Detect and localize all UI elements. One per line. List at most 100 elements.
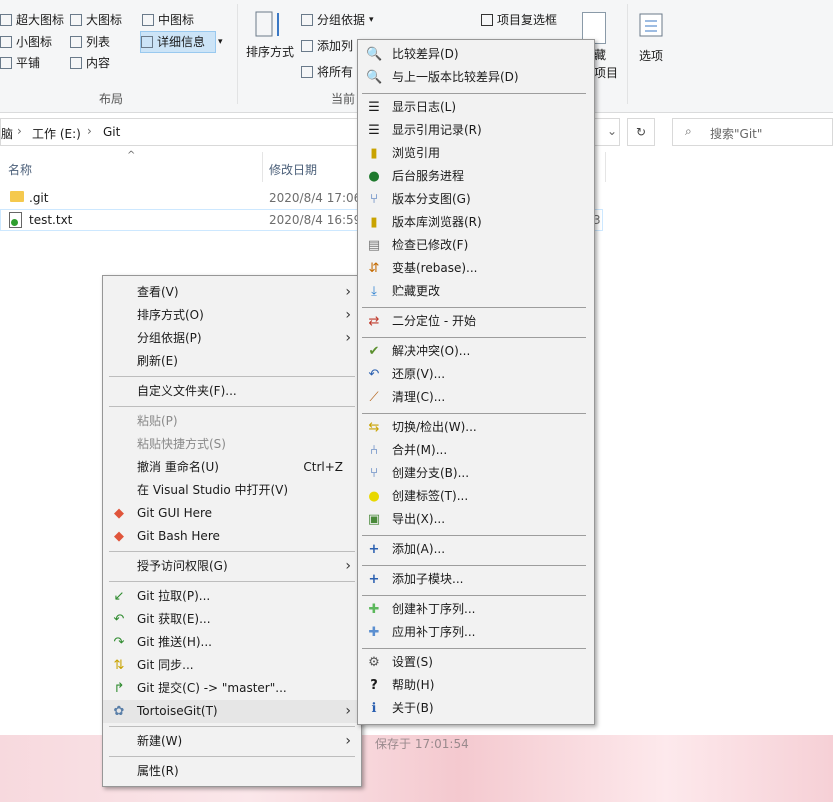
- git-pull-icon: ↙: [113, 589, 125, 604]
- menu-item-check-modifications[interactable]: ▤ 检查已修改(F): [358, 234, 594, 257]
- chevron-down-icon[interactable]: ⌄: [607, 124, 617, 138]
- add-columns-button[interactable]: 添加列: [301, 36, 353, 56]
- chevron-down-icon: ▾: [218, 37, 223, 47]
- menu-item-git-push[interactable]: ↷ Git 推送(H)...: [103, 631, 361, 654]
- medium-icons-icon: [142, 14, 154, 26]
- menu-item-sort-by[interactable]: 排序方式(O) ›: [103, 304, 361, 327]
- fit-columns-button[interactable]: 将所有: [301, 62, 353, 82]
- tiles-view-button[interactable]: 平铺: [0, 53, 40, 73]
- menu-item-revision-graph[interactable]: ⑂ 版本分支图(G): [358, 188, 594, 211]
- menu-item-customize-folder[interactable]: 自定义文件夹(F)...: [103, 380, 361, 403]
- menu-item-show-reflog[interactable]: ☰ 显示引用记录(R): [358, 119, 594, 142]
- menu-item-about[interactable]: ℹ 关于(B): [358, 697, 594, 720]
- menu-separator: [109, 726, 355, 727]
- menu-item-git-commit[interactable]: ↱ Git 提交(C) -> "master"...: [103, 677, 361, 700]
- list-view-button[interactable]: 列表: [70, 32, 110, 52]
- menu-item-cleanup[interactable]: ⟋ 清理(C)...: [358, 386, 594, 409]
- hide-selected-label-1: 藏: [594, 48, 607, 62]
- menu-item-diff-previous[interactable]: 🔍 与上一版本比较差异(D): [358, 66, 594, 89]
- small-icons-icon: [0, 36, 12, 48]
- menu-item-give-access[interactable]: 授予访问权限(G) ›: [103, 555, 361, 578]
- check-modifications-icon: ▤: [367, 238, 381, 253]
- menu-item-git-bash-here[interactable]: ◆ Git Bash Here: [103, 525, 361, 548]
- menu-item-stash[interactable]: ⤓ 贮藏更改: [358, 280, 594, 303]
- chevron-right-icon: ›: [345, 733, 351, 749]
- menu-separator: [362, 337, 586, 338]
- item-checkboxes-toggle[interactable]: 项目复选框: [481, 10, 557, 30]
- export-icon: ▣: [367, 512, 381, 527]
- menu-item-paste-shortcut[interactable]: 粘贴快捷方式(S): [103, 433, 361, 456]
- hide-selected-label-2: 项目: [594, 66, 619, 80]
- breadcrumb-folder[interactable]: Git: [103, 125, 120, 139]
- git-gui-icon: ◆: [114, 506, 124, 521]
- column-header-modified[interactable]: 修改日期: [269, 161, 317, 178]
- search-input[interactable]: ⌕ 搜索"Git": [672, 118, 833, 146]
- menu-item-merge[interactable]: ⑃ 合并(M)...: [358, 439, 594, 462]
- menu-item-revert[interactable]: ↶ 还原(V)...: [358, 363, 594, 386]
- menu-item-git-pull[interactable]: ↙ Git 拉取(P)...: [103, 585, 361, 608]
- menu-item-show-log[interactable]: ☰ 显示日志(L): [358, 96, 594, 119]
- menu-item-resolve-conflicts[interactable]: ✔ 解决冲突(O)...: [358, 340, 594, 363]
- menu-item-add[interactable]: + 添加(A)...: [358, 538, 594, 561]
- file-name: .git: [29, 191, 49, 205]
- menu-item-refresh[interactable]: 刷新(E): [103, 350, 361, 373]
- menu-item-properties[interactable]: 属性(R): [103, 760, 361, 783]
- stash-icon: ⤓: [371, 284, 377, 299]
- extra-large-icons-button[interactable]: 超大图标: [0, 10, 64, 30]
- menu-item-create-patch-serial[interactable]: ✚ 创建补丁序列...: [358, 598, 594, 621]
- checkbox-icon: [481, 14, 493, 26]
- resolve-icon: ✔: [368, 344, 380, 359]
- menu-item-switch-checkout[interactable]: ⇆ 切换/检出(W)...: [358, 416, 594, 439]
- menu-item-git-gui-here[interactable]: ◆ Git GUI Here: [103, 502, 361, 525]
- patch-icon: ✚: [368, 625, 380, 640]
- breadcrumb-this-pc[interactable]: 脑: [1, 125, 13, 142]
- menu-item-new[interactable]: 新建(W) ›: [103, 730, 361, 753]
- sort-by-button[interactable]: 排序方式: [246, 10, 294, 70]
- chevron-right-icon: ›: [345, 284, 351, 300]
- menu-item-daemon[interactable]: ● 后台服务进程: [358, 165, 594, 188]
- content-view-button[interactable]: 内容: [70, 53, 110, 73]
- menu-item-diff[interactable]: 🔍 比较差异(D): [358, 43, 594, 66]
- details-view-button[interactable]: 详细信息: [140, 31, 216, 53]
- menu-item-help[interactable]: ? 帮助(H): [358, 674, 594, 697]
- menu-separator: [362, 535, 586, 536]
- ribbon-divider: [627, 4, 628, 104]
- layout-scroll-button[interactable]: ▾: [218, 32, 223, 52]
- wrench-icon: ⚙: [368, 655, 380, 670]
- chevron-right-icon: ›: [17, 124, 22, 138]
- chevron-right-icon: ›: [345, 307, 351, 323]
- menu-item-undo-rename[interactable]: 撤消 重命名(U) Ctrl+Z: [103, 456, 361, 479]
- menu-item-browse-references[interactable]: ▮ 浏览引用: [358, 142, 594, 165]
- menu-item-settings[interactable]: ⚙ 设置(S): [358, 651, 594, 674]
- chevron-right-icon: ›: [345, 703, 351, 719]
- options-button[interactable]: 选项: [636, 12, 666, 76]
- menu-item-bisect-start[interactable]: ⇄ 二分定位 - 开始: [358, 310, 594, 333]
- menu-item-apply-patch-serial[interactable]: ✚ 应用补丁序列...: [358, 621, 594, 644]
- menu-item-git-sync[interactable]: ⇅ Git 同步...: [103, 654, 361, 677]
- menu-item-group-by[interactable]: 分组依据(P) ›: [103, 327, 361, 350]
- small-icons-button[interactable]: 小图标: [0, 32, 52, 52]
- menu-item-git-fetch[interactable]: ↶ Git 获取(E)...: [103, 608, 361, 631]
- menu-item-add-submodule[interactable]: + 添加子模块...: [358, 568, 594, 591]
- column-header-name[interactable]: 名称: [8, 161, 32, 178]
- menu-item-repo-browser[interactable]: ▮ 版本库浏览器(R): [358, 211, 594, 234]
- menu-separator: [362, 307, 586, 308]
- large-icons-button[interactable]: 大图标: [70, 10, 122, 30]
- globe-icon: ●: [368, 169, 380, 184]
- sort-ascending-icon: ^: [127, 150, 136, 161]
- menu-separator: [109, 406, 355, 407]
- references-icon: ▮: [370, 146, 378, 161]
- menu-item-rebase[interactable]: ⇵ 变基(rebase)...: [358, 257, 594, 280]
- breadcrumb-drive[interactable]: 工作 (E:): [32, 125, 81, 142]
- refresh-button[interactable]: ↻: [627, 118, 655, 146]
- menu-item-create-tag[interactable]: ● 创建标签(T)...: [358, 485, 594, 508]
- menu-item-view[interactable]: 查看(V) ›: [103, 281, 361, 304]
- menu-item-tortoisegit[interactable]: ✿ TortoiseGit(T) ›: [103, 700, 361, 723]
- menu-item-create-branch[interactable]: ⑂ 创建分支(B)...: [358, 462, 594, 485]
- group-by-button[interactable]: 分组依据 ▾: [301, 10, 374, 30]
- menu-item-export[interactable]: ▣ 导出(X)...: [358, 508, 594, 531]
- medium-icons-button[interactable]: 中图标: [142, 10, 194, 30]
- context-menu: 查看(V) › 排序方式(O) › 分组依据(P) › 刷新(E) 自定义文件夹(F)…: [102, 275, 362, 787]
- menu-item-open-in-visual-studio[interactable]: 在 Visual Studio 中打开(V): [103, 479, 361, 502]
- menu-item-paste[interactable]: 粘贴(P): [103, 410, 361, 433]
